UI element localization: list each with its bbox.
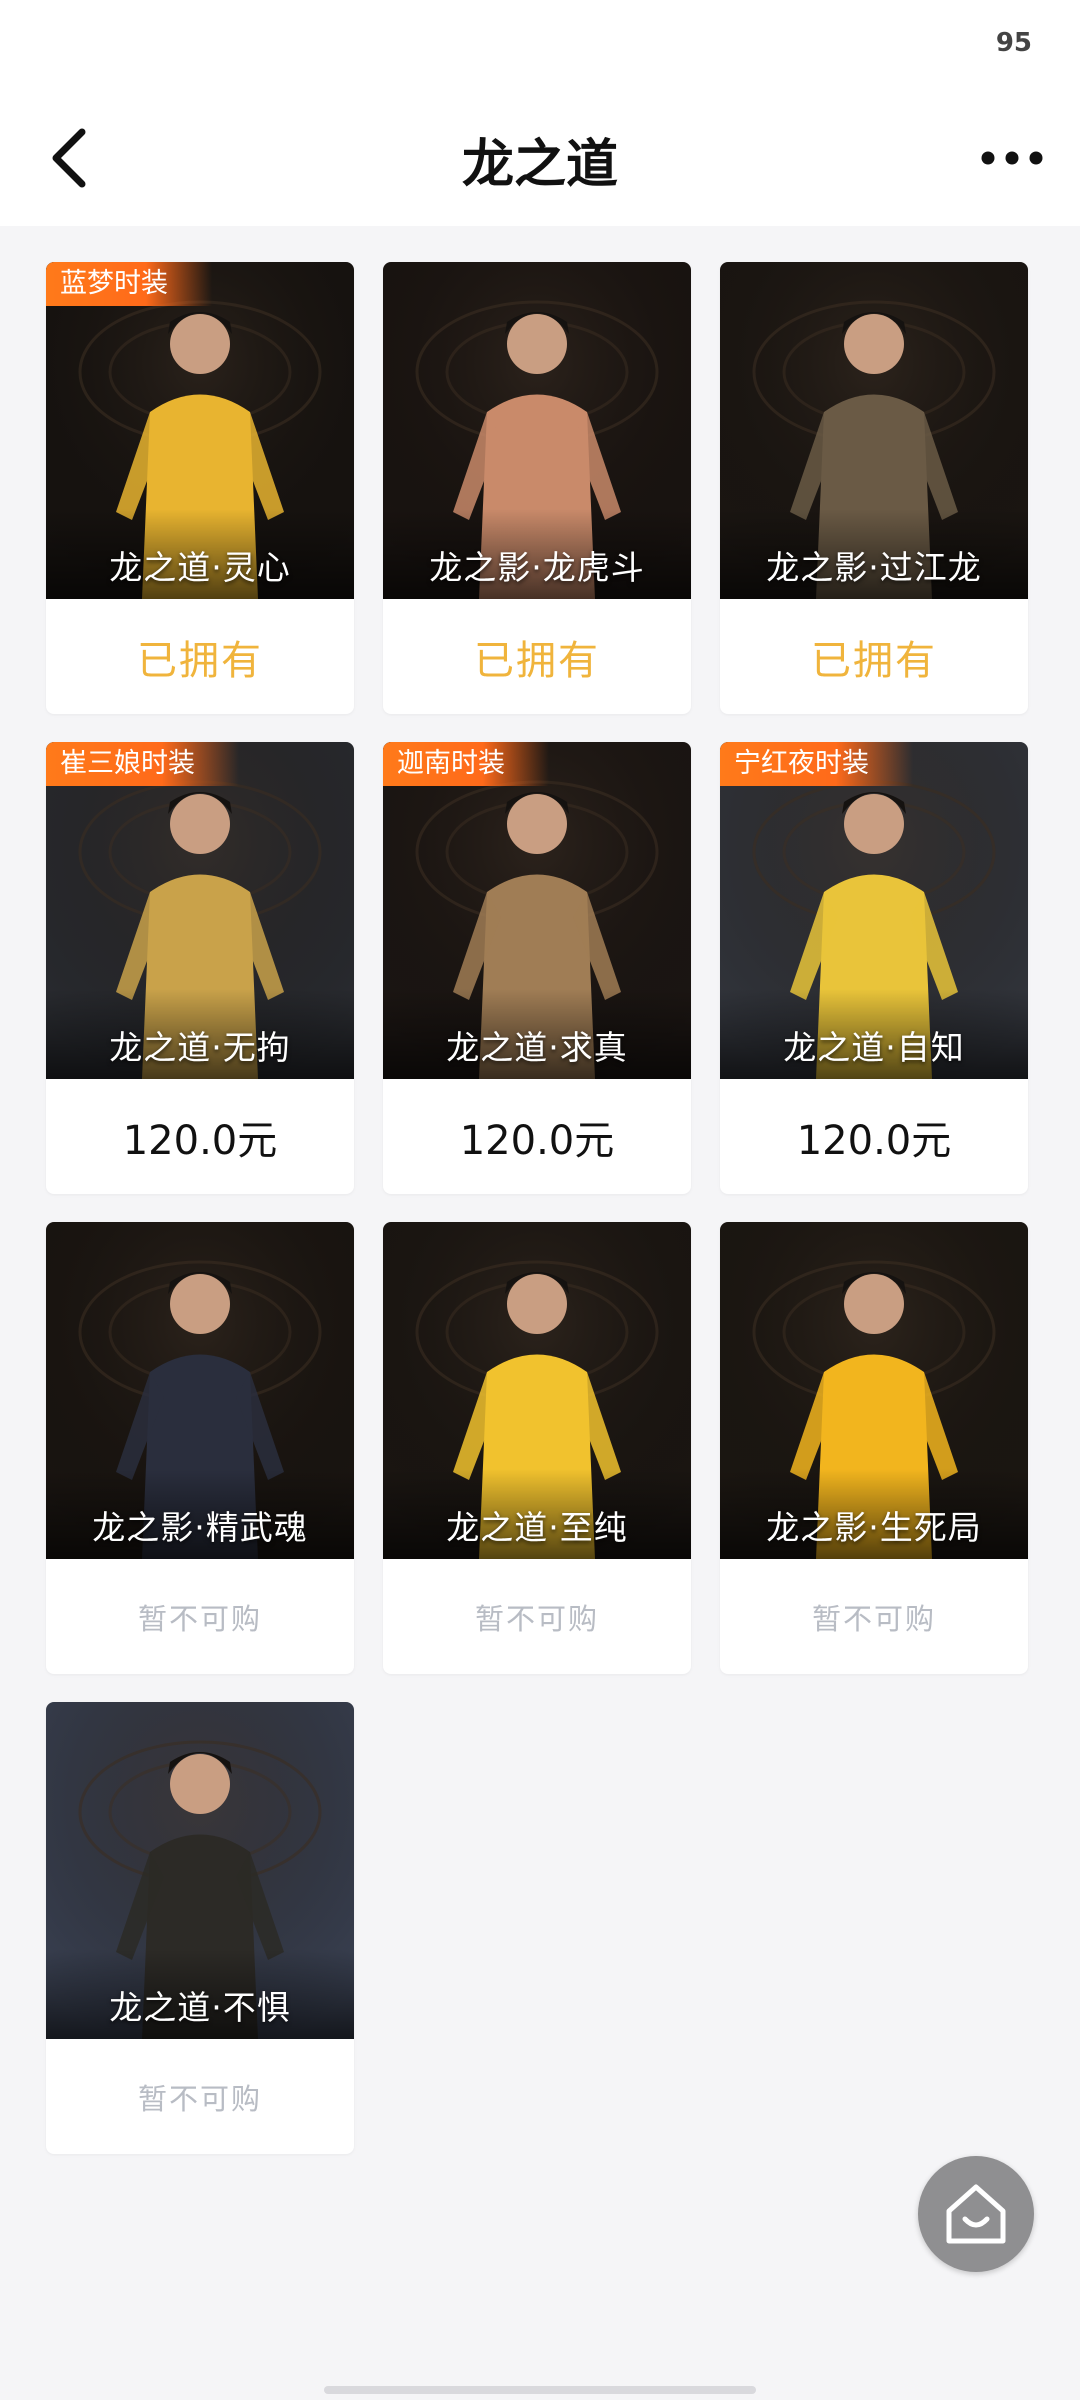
outfit-footer: 已拥有: [720, 599, 1028, 714]
outfit-name: 龙之道·自知: [783, 1028, 965, 1067]
outfit-card[interactable]: 龙之道·至纯暂不可购: [383, 1222, 691, 1674]
outfit-image: 崔三娘时装龙之道·无拘: [46, 742, 354, 1079]
outfit-status: 暂不可购: [137, 1601, 262, 1636]
outfit-status: 已拥有: [474, 637, 600, 684]
outfit-footer: 120.0元: [720, 1079, 1028, 1194]
outfit-tag: 迦南时装: [383, 742, 549, 786]
more-dots-icon: [981, 151, 1043, 165]
outfit-tag: 崔三娘时装: [46, 742, 239, 786]
outfit-footer: 已拥有: [383, 599, 691, 714]
outfit-footer: 暂不可购: [383, 1559, 691, 1674]
outfit-name: 龙之影·精武魂: [92, 1508, 308, 1547]
outfit-image: 宁红夜时装龙之道·自知: [720, 742, 1028, 1079]
outfit-status: 暂不可购: [811, 1601, 936, 1636]
outfit-name: 龙之道·至纯: [446, 1508, 628, 1547]
outfit-card[interactable]: 蓝梦时装龙之道·灵心已拥有: [46, 262, 354, 714]
outfit-card[interactable]: 龙之影·龙虎斗已拥有: [383, 262, 691, 714]
outfit-card[interactable]: 龙之道·不惧暂不可购: [46, 1702, 354, 2154]
outfit-status: 暂不可购: [137, 2081, 262, 2116]
outfit-name: 龙之道·不惧: [109, 1988, 291, 2027]
outfit-status[interactable]: 120.0元: [460, 1108, 615, 1166]
outfit-card[interactable]: 龙之影·精武魂暂不可购: [46, 1222, 354, 1674]
home-icon: [946, 2184, 1006, 2244]
outfit-footer: 暂不可购: [46, 1559, 354, 1674]
more-button[interactable]: [972, 118, 1052, 198]
outfit-image: 蓝梦时装龙之道·灵心: [46, 262, 354, 599]
outfit-image: 龙之影·龙虎斗: [383, 262, 691, 599]
outfit-name: 龙之影·生死局: [766, 1508, 982, 1547]
outfit-status[interactable]: 120.0元: [123, 1108, 278, 1166]
navigation-bar: 龙之道: [0, 90, 1080, 226]
outfit-name: 龙之影·龙虎斗: [429, 548, 645, 587]
outfit-name: 龙之影·过江龙: [766, 548, 982, 587]
page-title: 龙之道: [461, 135, 618, 195]
outfit-image: 龙之影·生死局: [720, 1222, 1028, 1559]
outfit-image: 迦南时装龙之道·求真: [383, 742, 691, 1079]
outfit-image: 龙之影·过江龙: [720, 262, 1028, 599]
outfit-image: 龙之道·不惧: [46, 1702, 354, 2039]
outfit-tag: 蓝梦时装: [46, 262, 212, 306]
outfit-card[interactable]: 龙之影·过江龙已拥有: [720, 262, 1028, 714]
outfit-status: 暂不可购: [474, 1601, 599, 1636]
outfit-image: 龙之影·精武魂: [46, 1222, 354, 1559]
home-float-button[interactable]: [918, 2156, 1034, 2272]
outfit-grid: 蓝梦时装 龙之道·灵心 已拥有 龙之影·龙虎斗 已拥有 龙之影·过江龙 已拥有 崔三娘时装 龙之…: [46, 262, 1028, 2154]
outfit-name: 龙之道·无拘: [109, 1028, 291, 1067]
outfit-image: 龙之道·至纯: [383, 1222, 691, 1559]
outfit-footer: 已拥有: [46, 599, 354, 714]
outfit-card[interactable]: 迦南时装龙之道·求真 120.0元: [383, 742, 691, 1194]
outfit-card[interactable]: 宁红夜时装龙之道·自知 120.0元: [720, 742, 1028, 1194]
outfit-status: 已拥有: [811, 637, 937, 684]
outfit-tag: 宁红夜时装: [720, 742, 913, 786]
outfit-footer: 暂不可购: [46, 2039, 354, 2154]
status-bar: 95: [0, 0, 1080, 90]
home-indicator[interactable]: [324, 2386, 756, 2394]
outfit-status[interactable]: 120.0元: [797, 1108, 952, 1166]
outfit-footer: 120.0元: [46, 1079, 354, 1194]
outfit-footer: 120.0元: [383, 1079, 691, 1194]
outfit-status: 已拥有: [137, 637, 263, 684]
outfit-card[interactable]: 崔三娘时装龙之道·无拘 120.0元: [46, 742, 354, 1194]
outfit-name: 龙之道·求真: [446, 1028, 628, 1067]
battery-level: 95: [995, 28, 1032, 58]
outfit-name: 龙之道·灵心: [109, 548, 291, 587]
outfit-card[interactable]: 龙之影·生死局暂不可购: [720, 1222, 1028, 1674]
outfit-footer: 暂不可购: [720, 1559, 1028, 1674]
